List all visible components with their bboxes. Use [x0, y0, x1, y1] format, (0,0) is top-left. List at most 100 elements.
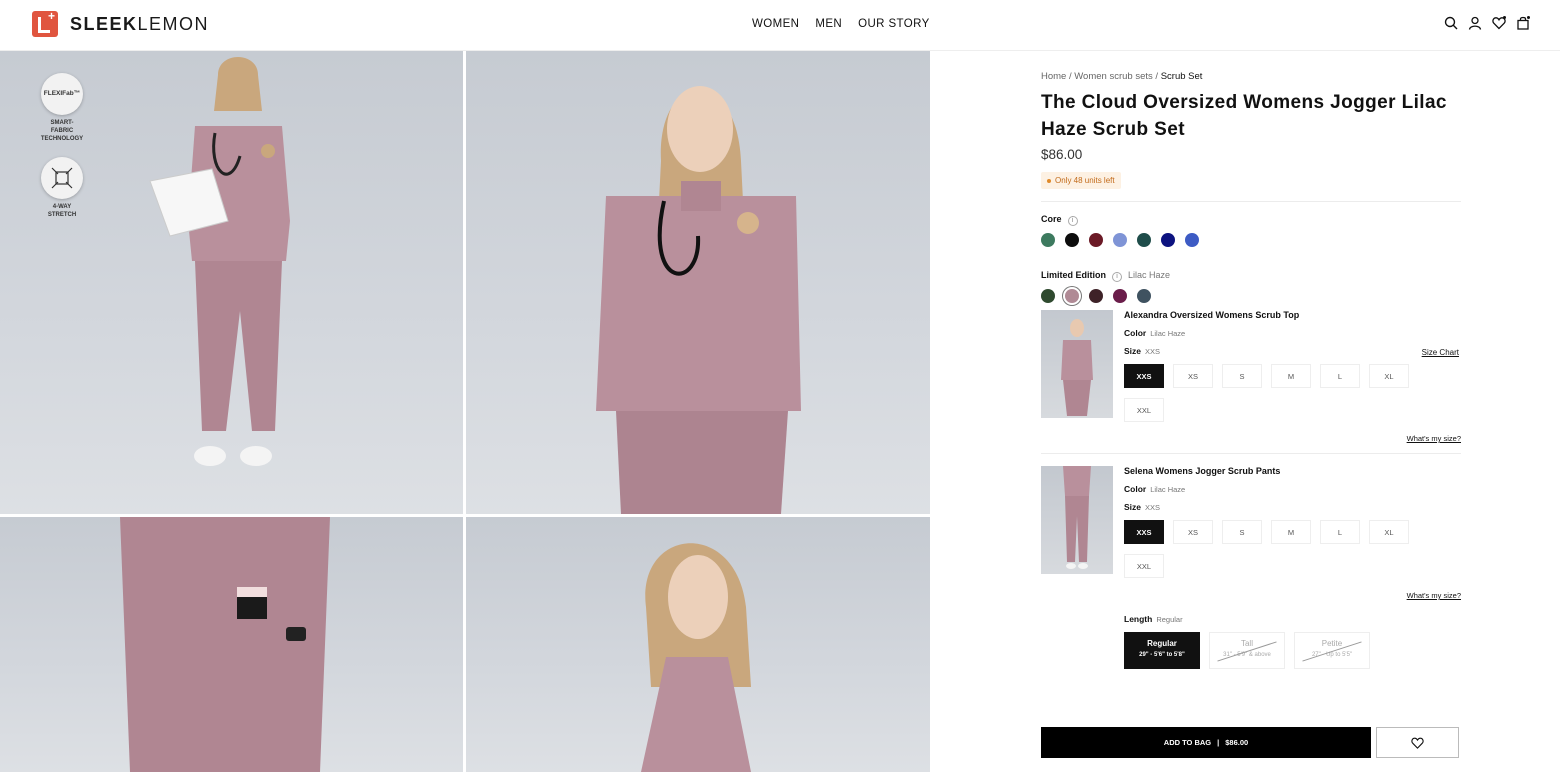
info-icon[interactable]: i	[1067, 216, 1078, 226]
add-to-wishlist-button[interactable]	[1376, 727, 1459, 758]
divider	[1041, 453, 1461, 454]
length-option-regular[interactable]: Regular 29" - 5'6" to 5'8"	[1124, 632, 1200, 669]
flexifab-badge-caption: SMART-FABRIC TECHNOLOGY	[40, 120, 84, 142]
size-chart-link[interactable]: Size Chart	[1422, 348, 1459, 357]
length-options: Regular 29" - 5'6" to 5'8" Tall 31" - 5'9"…	[1124, 632, 1461, 669]
add-to-bag-price: $86.00	[1225, 738, 1249, 747]
swatch-selected[interactable]	[1065, 289, 1079, 303]
whats-my-size-link[interactable]: What's my size?	[1407, 434, 1461, 443]
swatch[interactable]	[1137, 233, 1151, 247]
top-thumbnail[interactable]	[1041, 310, 1113, 418]
breadcrumb-home[interactable]: Home	[1041, 71, 1066, 82]
stock-text: Only 48 units left	[1055, 176, 1115, 185]
limited-label: Limited Edition	[1041, 270, 1106, 280]
stretch-icon	[41, 157, 83, 199]
nav-our-story[interactable]: OUR STORY	[858, 18, 930, 30]
item-size: Size XXS	[1124, 346, 1161, 356]
core-colors: Core i	[1041, 214, 1461, 247]
size-option[interactable]: XS	[1173, 520, 1213, 544]
gallery-image-upper-body[interactable]	[466, 51, 930, 514]
item-name: Alexandra Oversized Womens Scrub Top	[1124, 310, 1300, 320]
search-icon[interactable]	[1444, 16, 1458, 30]
swatch[interactable]	[1089, 289, 1103, 303]
item-name: Selena Womens Jogger Scrub Pants	[1124, 466, 1281, 476]
gallery-image-pants-detail[interactable]	[0, 517, 463, 772]
size-option[interactable]: XL	[1369, 520, 1409, 544]
gallery-image-side-profile[interactable]	[466, 517, 930, 772]
swatch[interactable]	[1113, 289, 1127, 303]
logo-text: SLEEKLEMON	[70, 13, 210, 34]
set-item-top: Alexandra Oversized Womens Scrub Top Col…	[1041, 310, 1461, 450]
size-option[interactable]: XL	[1369, 364, 1409, 388]
breadcrumb-current: Scrub Set	[1160, 71, 1203, 82]
swatch[interactable]	[1137, 289, 1151, 303]
logo-mark-icon	[32, 9, 58, 37]
size-option[interactable]: XXS	[1124, 520, 1164, 544]
add-to-bag-sep: |	[1217, 738, 1220, 747]
pants-detail-illustration	[120, 517, 330, 772]
nav-women[interactable]: WOMEN	[752, 18, 799, 30]
size-option[interactable]: S	[1222, 520, 1262, 544]
divider	[1041, 201, 1461, 202]
flexifab-badge: FLEXIFab™ SMART-FABRIC TECHNOLOGY	[40, 73, 84, 143]
length-row: Length Regular	[1124, 614, 1183, 624]
size-options: XXS XS S M L XL XXL	[1124, 520, 1424, 588]
size-option[interactable]: M	[1271, 364, 1311, 388]
core-swatches	[1041, 233, 1461, 247]
breadcrumb: Home / Women scrub sets / Scrub Set	[1041, 71, 1461, 82]
info-icon[interactable]: i	[1112, 272, 1122, 282]
bag-icon[interactable]	[1516, 16, 1530, 30]
swatch[interactable]	[1089, 233, 1103, 247]
gallery-image-full-body[interactable]: FLEXIFab™ SMART-FABRIC TECHNOLOGY 4-WAY …	[0, 51, 463, 514]
side-profile-illustration	[641, 543, 751, 772]
size-option[interactable]: M	[1271, 520, 1311, 544]
length-option-petite[interactable]: Petite 27" - Up to 5'5"	[1294, 632, 1370, 669]
stretch-badge-caption: 4-WAY STRETCH	[47, 204, 77, 218]
product-price: $86.00	[1041, 147, 1083, 162]
length-option-tall[interactable]: Tall 31" - 5'9" & above	[1209, 632, 1285, 669]
add-to-bag-label: ADD TO BAG	[1163, 738, 1212, 747]
size-option[interactable]: S	[1222, 364, 1262, 388]
pants-thumbnail-illustration	[1063, 466, 1091, 569]
wishlist-icon[interactable]	[1492, 16, 1506, 30]
breadcrumb-sep: /	[1068, 71, 1072, 82]
product-gallery: FLEXIFab™ SMART-FABRIC TECHNOLOGY 4-WAY …	[0, 51, 930, 772]
main-nav: WOMEN MEN OUR STORY	[752, 18, 930, 30]
brand-logo[interactable]: SLEEKLEMON	[32, 9, 210, 37]
stock-badge: Only 48 units left	[1041, 172, 1121, 189]
swatch[interactable]	[1041, 233, 1055, 247]
add-to-bag-button[interactable]: ADD TO BAG | $86.00	[1041, 727, 1371, 758]
breadcrumb-sep: /	[1155, 71, 1159, 82]
set-item-pants: Selena Womens Jogger Scrub Pants Color Li…	[1041, 466, 1461, 606]
top-thumbnail-illustration	[1061, 319, 1093, 416]
model-upper-body-illustration	[596, 86, 801, 514]
item-size: Size XXS	[1124, 502, 1161, 512]
core-label: Core	[1041, 214, 1062, 224]
product-title: The Cloud Oversized Womens Jogger Lilac …	[1041, 92, 1447, 140]
size-option[interactable]: XXS	[1124, 364, 1164, 388]
size-options: XXS XS S M L XL XXL	[1124, 364, 1424, 432]
heart-icon	[1411, 737, 1424, 749]
swatch[interactable]	[1065, 233, 1079, 247]
nav-men[interactable]: MEN	[815, 18, 842, 30]
header-icons	[1444, 16, 1530, 30]
account-icon[interactable]	[1468, 16, 1482, 30]
whats-my-size-link[interactable]: What's my size?	[1407, 591, 1461, 600]
limited-swatches	[1041, 289, 1461, 303]
swatch[interactable]	[1185, 233, 1199, 247]
product-panel: Home / Women scrub sets / Scrub Set The …	[1041, 51, 1461, 758]
flexifab-badge-title: FLEXIFab™	[41, 73, 83, 115]
breadcrumb-category[interactable]: Women scrub sets	[1074, 71, 1153, 82]
length-selector: Length Regular Regular 29" - 5'6" to 5'8" …	[1124, 614, 1461, 669]
size-option[interactable]: XS	[1173, 364, 1213, 388]
swatch[interactable]	[1161, 233, 1175, 247]
pants-thumbnail[interactable]	[1041, 466, 1113, 574]
size-option[interactable]: XXL	[1124, 554, 1164, 578]
size-option[interactable]: L	[1320, 364, 1360, 388]
item-color: Color Lilac Haze	[1124, 328, 1186, 338]
swatch[interactable]	[1041, 289, 1055, 303]
size-option[interactable]: L	[1320, 520, 1360, 544]
swatch[interactable]	[1113, 233, 1127, 247]
size-option[interactable]: XXL	[1124, 398, 1164, 422]
stretch-badge: 4-WAY STRETCH	[40, 157, 84, 220]
